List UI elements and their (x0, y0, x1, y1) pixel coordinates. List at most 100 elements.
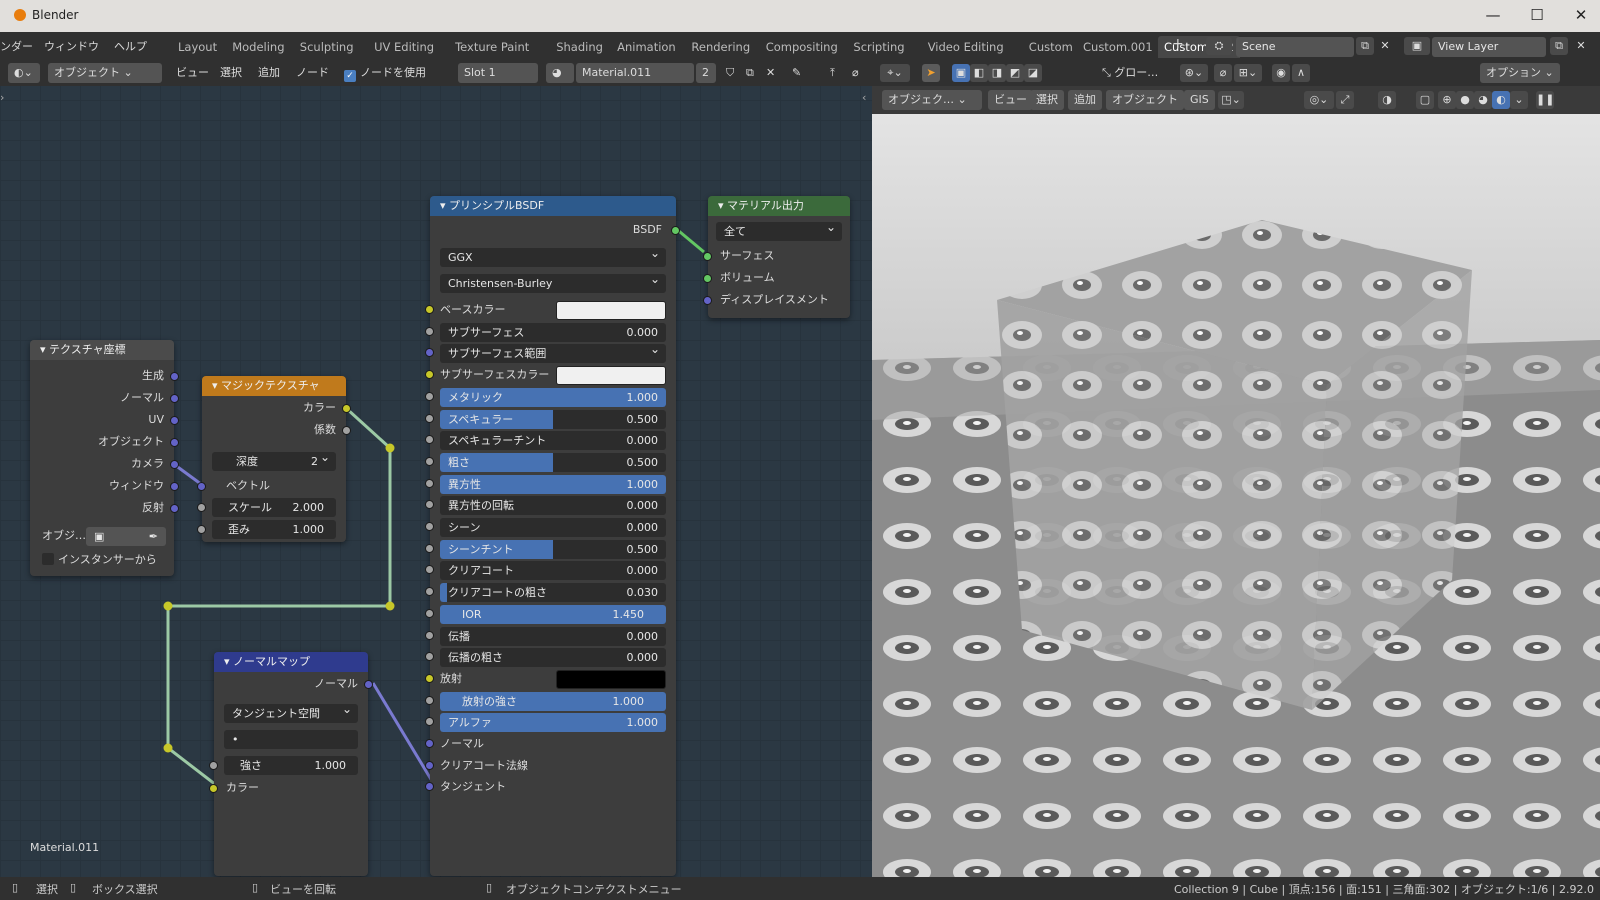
socket-reflection[interactable] (170, 504, 179, 513)
menu-help[interactable]: ヘルプ (114, 38, 147, 54)
from-instancer-checkbox[interactable]: インスタンサーから (42, 550, 157, 570)
socket-magic-distortion[interactable] (197, 525, 206, 534)
options-dropdown[interactable]: オプション ⌄ (1480, 63, 1560, 83)
material-preview-icon[interactable]: ◕ (1474, 91, 1492, 109)
bsdf-slider[interactable]: クリアコート 0.000 (440, 561, 666, 581)
delete-view-layer-icon[interactable]: ✕ (1572, 37, 1590, 55)
socket-bsdf-input[interactable] (425, 348, 434, 358)
socket-bsdf-output[interactable] (671, 226, 680, 235)
scene-browse-icon[interactable]: ⛭ (1206, 37, 1232, 55)
socket-magic-color[interactable] (342, 404, 351, 413)
wireframe-shading-icon[interactable]: ⊕ (1438, 91, 1456, 109)
viewport-editor-type-icon[interactable]: ⌖⌄ (880, 64, 910, 82)
uv-map-field[interactable]: • (224, 730, 358, 749)
transform-orientation-dropdown[interactable]: ⤡ グロー… (1096, 63, 1164, 83)
socket-magic-vector[interactable] (197, 482, 206, 491)
sidebar-toggle-icon[interactable]: ‹ (862, 88, 866, 108)
space-dropdown[interactable]: タンジェント空間 (224, 704, 358, 723)
socket-bsdf-input[interactable] (425, 673, 434, 683)
viewport-view-menu[interactable]: ビュー (988, 90, 1033, 110)
bsdf-slider[interactable]: メタリック 1.000 (440, 387, 666, 407)
socket-displacement[interactable] (703, 296, 712, 305)
principled-bsdf-node[interactable]: ▾ プリンシプルBSDF BSDF GGX Christensen-Burley… (425, 196, 680, 876)
socket-bsdf-input[interactable] (425, 391, 434, 401)
solid-shading-icon[interactable]: ● (1456, 91, 1474, 109)
socket-bsdf-input[interactable] (425, 695, 434, 705)
socket-bsdf-input[interactable] (425, 630, 434, 640)
socket-bsdf-input[interactable] (425, 522, 434, 531)
bsdf-slider[interactable]: アルファ 1.000 (440, 713, 666, 733)
mode-difference-icon[interactable]: ◩ (1006, 64, 1024, 82)
socket-normalmap-normal[interactable] (364, 680, 373, 689)
maximize-icon[interactable]: ☐ (1522, 4, 1552, 26)
magic-header[interactable]: ▾ マジックテクスチャ (202, 376, 346, 396)
socket-surface[interactable] (703, 252, 712, 261)
target-dropdown[interactable]: 全て (716, 222, 842, 241)
socket-bsdf-input[interactable] (425, 543, 434, 553)
bsdf-slider[interactable]: 放射の強さ 1.000 (440, 691, 666, 711)
snap-target-icon[interactable]: ⊞⌄ (1234, 64, 1262, 82)
mode-subtract-icon[interactable]: ◨ (988, 64, 1006, 82)
socket-bsdf-input[interactable] (425, 326, 434, 336)
socket-bsdf-input[interactable] (425, 782, 434, 792)
bsdf-slider[interactable]: 伝播の粗さ 0.000 (440, 648, 666, 668)
depth-field[interactable]: 深度 2 (212, 452, 336, 471)
socket-bsdf-input[interactable] (425, 413, 434, 423)
bsdf-slider[interactable]: IOR 1.450 (440, 604, 666, 624)
pivot-icon[interactable]: ⊛⌄ (1180, 64, 1208, 82)
socket-object[interactable] (170, 438, 179, 447)
bsdf-slider[interactable]: 異方性 1.000 (440, 474, 666, 494)
socket-bsdf-input[interactable] (425, 608, 434, 618)
socket-bsdf-input[interactable] (425, 370, 434, 380)
eyedropper-icon[interactable]: ✒ (149, 527, 158, 546)
bsdf-slider[interactable]: スペキュラーチント 0.000 (440, 431, 666, 451)
socket-uv[interactable] (170, 416, 179, 425)
socket-bsdf-input[interactable] (425, 456, 434, 466)
distortion-field[interactable]: 歪み 1.000 (212, 520, 336, 539)
magic-texture-node[interactable]: ▾ マジックテクスチャ カラー 係数 深度 2 ベクトル スケール 2.000 歪み… (197, 376, 351, 542)
reroute-node[interactable] (163, 743, 173, 753)
socket-volume[interactable] (703, 274, 712, 283)
subsurface-radius-dropdown[interactable]: サブサーフェス範囲 (440, 344, 666, 364)
menu-blender[interactable]: ンダー (0, 38, 33, 54)
gis-menu[interactable]: GIS (1184, 90, 1215, 110)
bsdf-header[interactable]: ▾ プリンシプルBSDF (430, 196, 676, 216)
normal-map-node[interactable]: ▾ ノーマルマップ ノーマル タンジェント空間 • 強さ 1.000 カラー (209, 652, 373, 876)
socket-generated[interactable] (170, 372, 179, 381)
gizmo-icon[interactable]: ⤢ (1336, 91, 1354, 109)
mode-set-icon[interactable]: ▣ (952, 64, 970, 82)
socket-bsdf-input[interactable] (425, 717, 434, 727)
socket-normalmap-color[interactable] (209, 784, 218, 793)
select-tool-icon[interactable]: ➤ (922, 64, 940, 82)
object-picker-field[interactable]: ▣ ✒ (86, 527, 166, 546)
bsdf-slider[interactable]: 伝播 0.000 (440, 626, 666, 646)
mode-intersect-icon[interactable]: ◪ (1024, 64, 1042, 82)
tab-scripting[interactable]: Scripting (847, 36, 910, 58)
gis-tool-icon[interactable]: ◳⌄ (1218, 91, 1244, 109)
pause-render-icon[interactable]: ❚❚ (1536, 91, 1554, 109)
material-output-node[interactable]: ▾ マテリアル出力 全て サーフェス ボリューム ディスプレイスメント (703, 196, 850, 318)
reroute-node[interactable] (163, 601, 173, 611)
scale-field[interactable]: スケール 2.000 (212, 498, 336, 517)
socket-bsdf-input[interactable] (425, 652, 434, 662)
falloff-icon[interactable]: ∧ (1292, 64, 1310, 82)
socket-camera[interactable] (170, 460, 179, 469)
socket-bsdf-input[interactable] (425, 435, 434, 445)
tab-uv-editing[interactable]: UV Editing (368, 36, 440, 58)
bsdf-slider[interactable]: クリアコートの粗さ 0.030 (440, 583, 666, 603)
bsdf-slider[interactable]: シーン 0.000 (440, 518, 666, 537)
menu-window[interactable]: ウィンドウ (44, 38, 99, 54)
scene-selector[interactable]: Scene (1236, 37, 1354, 57)
tab-animation[interactable]: Animation (611, 36, 682, 58)
bsdf-slider[interactable]: サブサーフェス 0.000 (440, 322, 666, 342)
tab-shading[interactable]: Shading (550, 36, 609, 58)
color-swatch[interactable] (556, 669, 666, 689)
add-workspace-icon[interactable]: + (1172, 36, 1184, 52)
socket-magic-factor[interactable] (342, 426, 351, 435)
bsdf-slider[interactable]: シーンチント 0.500 (440, 539, 666, 559)
texture-coordinate-node[interactable]: ▾ テクスチャ座標 生成 ノーマル UV オブジェクト カメラ ウィンドウ 反射… (30, 340, 179, 576)
viewport-add-menu[interactable]: 追加 (1068, 90, 1102, 110)
delete-scene-icon[interactable]: ✕ (1376, 37, 1394, 55)
new-view-layer-icon[interactable]: ⧉ (1550, 37, 1568, 55)
bsdf-slider[interactable]: 粗さ 0.500 (440, 452, 666, 472)
